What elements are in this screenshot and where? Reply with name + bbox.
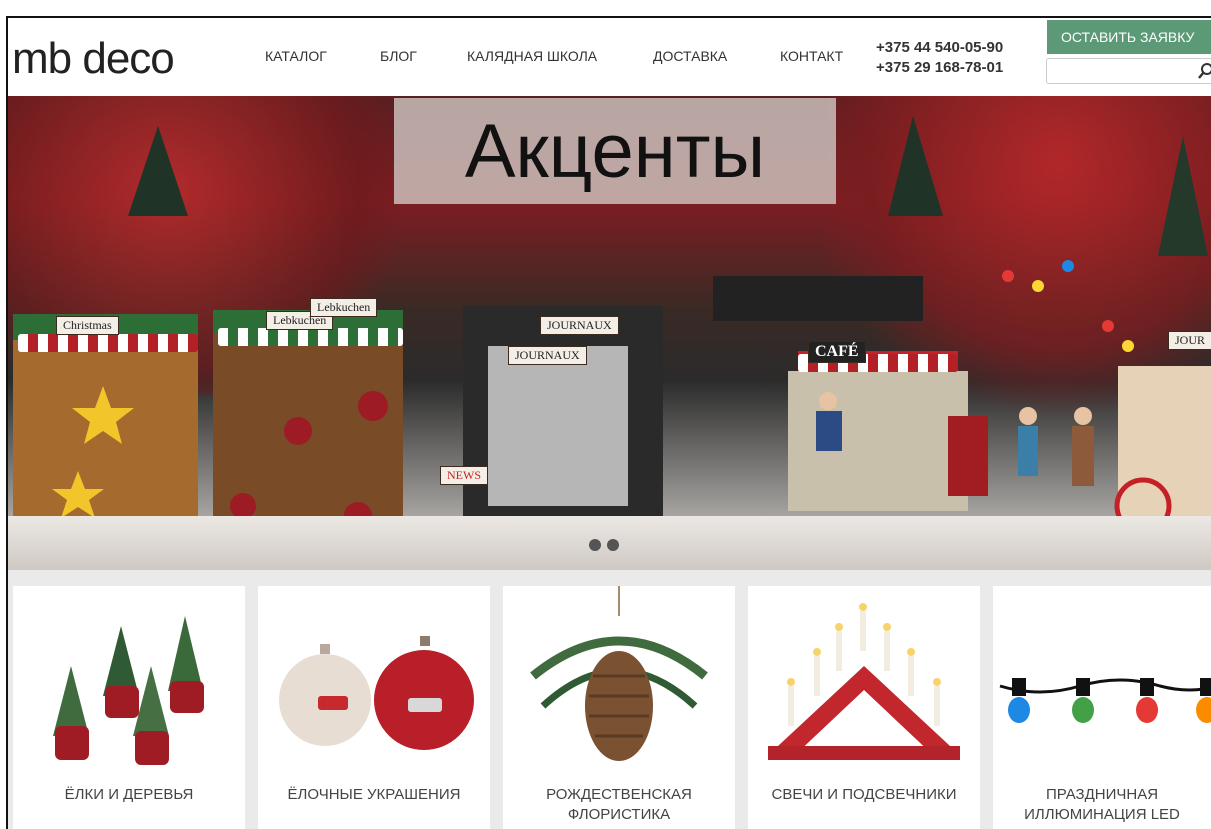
nav-catalog[interactable]: КАТАЛОГ (265, 48, 327, 64)
sign-jour: JOUR (1168, 331, 1211, 350)
nav-delivery[interactable]: ДОСТАВКА (653, 48, 727, 64)
phone-2[interactable]: +375 29 168-78-01 (876, 58, 1003, 78)
christmas-balls-icon (279, 636, 474, 750)
category-card-candles[interactable]: СВЕЧИ И ПОДСВЕЧНИКИ (748, 586, 980, 829)
category-label-floristry: РОЖДЕСТВЕНСКАЯ ФЛОРИСТИКА (546, 786, 692, 823)
category-card-floristry[interactable]: РОЖДЕСТВЕНСКАЯ ФЛОРИСТИКА (503, 586, 735, 829)
category-grid: ЁЛКИ И ДЕРЕВЬЯ ЁЛОЧНЫЕ УКРАШЕНИЯ РОЖДЕСТ… (8, 570, 1211, 829)
slider-dots (589, 538, 625, 556)
phone-1[interactable]: +375 44 540-05-90 (876, 38, 1003, 58)
sign-journaux-2: JOURNAUX (508, 346, 587, 365)
nav-blog[interactable]: БЛОГ (380, 48, 417, 64)
stall-roof-lebkuchen (218, 328, 403, 346)
site-header: mb deco КАТАЛОГ БЛОГ КАЛЯДНАЯ ШКОЛА ДОСТ… (8, 18, 1211, 96)
page: mb deco КАТАЛОГ БЛОГ КАЛЯДНАЯ ШКОЛА ДОСТ… (0, 0, 1211, 829)
slider-dot-2[interactable] (607, 539, 619, 551)
potted-trees-icon (53, 616, 204, 765)
search-icon[interactable] (1198, 62, 1211, 80)
candle-arch-icon (768, 603, 960, 760)
sign-lebkuchen-2: Lebkuchen (310, 298, 378, 317)
nav-school[interactable]: КАЛЯДНАЯ ШКОЛА (467, 48, 597, 64)
hero-title-box: Акценты (394, 98, 836, 204)
sign-cafe: CAFÉ (808, 341, 866, 363)
search-input[interactable] (1046, 58, 1211, 84)
pine-cone-icon (530, 586, 708, 761)
category-card-ornaments[interactable]: ЁЛОЧНЫЕ УКРАШЕНИЯ (258, 586, 490, 829)
sign-christmas: Christmas (56, 316, 119, 335)
site-logo[interactable]: mb deco (12, 34, 175, 84)
category-label-candles: СВЕЧИ И ПОДСВЕЧНИКИ (771, 786, 957, 803)
nav-contact[interactable]: КОНТАКТ (780, 48, 843, 64)
sign-journaux-1: JOURNAUX (540, 316, 619, 335)
category-card-trees[interactable]: ЁЛКИ И ДЕРЕВЬЯ (13, 586, 245, 829)
request-button[interactable]: ОСТАВИТЬ ЗАЯВКУ (1047, 20, 1211, 54)
category-label-ornaments: ЁЛОЧНЫЕ УКРАШЕНИЯ (287, 786, 461, 803)
category-card-lights[interactable]: ПРАЗДНИЧНАЯ ИЛЛЮМИНАЦИЯ LED (993, 586, 1211, 829)
string-lights-icon (999, 678, 1211, 723)
phone-list: +375 44 540-05-90 +375 29 168-78-01 (876, 38, 1003, 78)
hero-slider[interactable]: Christmas Lebkuchen Lebkuchen JOURNAUX J… (8, 96, 1211, 570)
category-label-lights: ПРАЗДНИЧНАЯ ИЛЛЮМИНАЦИЯ LED (1024, 786, 1180, 823)
stall-roof-christmas (18, 334, 198, 352)
sign-news: NEWS (440, 466, 488, 485)
category-label-trees: ЁЛКИ И ДЕРЕВЬЯ (64, 786, 194, 803)
hero-title: Акценты (464, 109, 766, 194)
slider-dot-1[interactable] (589, 539, 601, 551)
